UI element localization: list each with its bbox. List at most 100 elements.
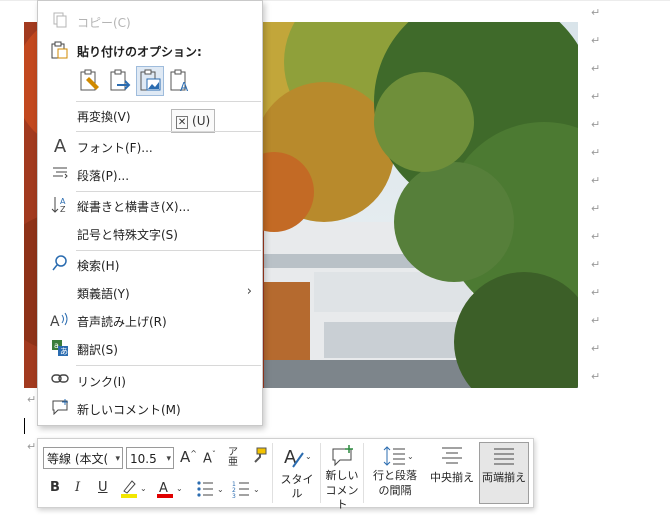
link-icon bbox=[50, 371, 70, 391]
center-align-label: 中央揃え bbox=[430, 471, 474, 484]
menu-item-label: 記号と特殊文字(S) bbox=[77, 228, 178, 242]
menu-item-link[interactable]: リンク(I) bbox=[38, 368, 262, 394]
line-spacing-icon: ⌄ bbox=[383, 446, 413, 466]
phonetic-guide-button[interactable]: ア亜 bbox=[228, 448, 238, 468]
styles-button[interactable]: A ⌄ スタイル bbox=[276, 439, 318, 507]
paragraph-mark: ↵ bbox=[591, 314, 601, 327]
highlight-button[interactable]: ⌄ bbox=[120, 479, 148, 503]
paragraph-mark: ↵ bbox=[591, 230, 601, 243]
svg-text:⌄: ⌄ bbox=[253, 485, 260, 494]
chevron-right-icon: › bbox=[246, 284, 252, 299]
grow-font-button[interactable]: A^ bbox=[180, 448, 197, 466]
svg-text:A: A bbox=[50, 314, 60, 329]
italic-button[interactable]: I bbox=[75, 480, 80, 495]
new-comment-icon bbox=[50, 399, 70, 419]
line-spacing-label: 行と段落 bbox=[373, 469, 417, 482]
line-spacing-label: の間隔 bbox=[378, 484, 412, 497]
numbering-button[interactable]: 1 2 3 ⌄ bbox=[232, 479, 262, 503]
justify-button[interactable]: 両端揃え bbox=[479, 442, 529, 504]
svg-text:Z: Z bbox=[60, 205, 66, 214]
svg-text:3: 3 bbox=[232, 493, 236, 499]
line-spacing-button[interactable]: ⌄ 行と段落 の間隔 bbox=[368, 439, 422, 507]
paragraph-mark: ↵ bbox=[591, 370, 601, 383]
font-name-combo[interactable]: 等線 (本文( ▾ bbox=[43, 447, 123, 469]
shrink-font-button[interactable]: Aˇ bbox=[203, 450, 216, 466]
paragraph-mark: ↵ bbox=[591, 342, 601, 355]
menu-item-label: 翻訳(S) bbox=[77, 343, 118, 357]
menu-item-new-comment[interactable]: 新しいコメント(M) bbox=[38, 396, 262, 422]
menu-item-font[interactable]: A フォント(F)... bbox=[38, 134, 262, 160]
menu-item-text-direction[interactable]: AZ 縦書きと横書き(X)... bbox=[38, 193, 262, 219]
menu-item-search[interactable]: 検索(H) bbox=[38, 252, 262, 278]
paste-shortcut-icon: ✕ bbox=[175, 116, 189, 129]
svg-text:⌄: ⌄ bbox=[217, 485, 224, 494]
paragraph-mark: ↵ bbox=[27, 440, 37, 453]
menu-item-symbols[interactable]: 記号と特殊文字(S) bbox=[38, 221, 262, 247]
menu-item-label: リンク(I) bbox=[77, 375, 126, 389]
chevron-down-icon: ▾ bbox=[166, 454, 171, 464]
font-size-value: 10.5 bbox=[130, 452, 157, 466]
menu-item-thesaurus[interactable]: 類義語(Y) › bbox=[38, 280, 262, 306]
new-comment-icon bbox=[332, 445, 353, 467]
paragraph-mark: ↵ bbox=[591, 90, 601, 103]
menu-item-copy[interactable]: コピー(C) bbox=[38, 9, 262, 35]
justify-label: 両端揃え bbox=[482, 471, 526, 484]
svg-text:⌄: ⌄ bbox=[305, 452, 312, 461]
tooltip: ✕ (U) bbox=[171, 109, 215, 133]
translate-icon: aあ bbox=[50, 339, 70, 359]
menu-item-label: コピー(C) bbox=[77, 16, 131, 30]
menu-separator bbox=[76, 365, 261, 366]
menu-separator bbox=[76, 101, 261, 102]
new-comment-label: 新しい bbox=[325, 469, 359, 482]
font-color-button[interactable]: A ⌄ bbox=[156, 479, 184, 503]
clipboard-icon bbox=[50, 41, 70, 61]
paste-picture-icon bbox=[140, 69, 161, 91]
paragraph-mark: ↵ bbox=[591, 118, 601, 131]
menu-item-paragraph[interactable]: 段落(P)... bbox=[38, 162, 262, 188]
new-comment-button[interactable]: 新しい コメント bbox=[323, 439, 361, 511]
underline-button[interactable]: U bbox=[98, 480, 108, 495]
text-direction-icon: AZ bbox=[50, 196, 70, 216]
paragraph-mark: ↵ bbox=[591, 174, 601, 187]
align-center-icon bbox=[442, 447, 462, 464]
paragraph-mark: ↵ bbox=[591, 258, 601, 271]
paragraph-mark: ↵ bbox=[591, 62, 601, 75]
text-cursor bbox=[24, 418, 25, 434]
bullets-button[interactable]: ⌄ bbox=[196, 479, 226, 503]
context-menu: コピー(C) 貼り付けのオプション: A 再変換(V) ✕ (U) A フォント… bbox=[37, 0, 263, 426]
paste-picture-button[interactable] bbox=[136, 66, 164, 96]
paste-keep-source-icon bbox=[80, 69, 99, 91]
paragraph-mark: ↵ bbox=[591, 146, 601, 159]
paragraph-mark: ↵ bbox=[591, 202, 601, 215]
svg-text:⌄: ⌄ bbox=[176, 484, 183, 493]
svg-text:あ: あ bbox=[60, 347, 68, 356]
mini-toolbar: 等線 (本文( ▾ 10.5 ▾ A^ Aˇ ア亜 B I U ⌄ A ⌄ ⌄ 1… bbox=[37, 438, 534, 511]
menu-item-read-aloud[interactable]: A 音声読み上げ(R) bbox=[38, 308, 262, 334]
paste-options-header: 貼り付けのオプション: bbox=[77, 45, 202, 59]
center-align-button[interactable]: 中央揃え bbox=[426, 439, 478, 507]
menu-separator bbox=[76, 131, 261, 132]
paragraph-mark: ↵ bbox=[27, 393, 37, 406]
format-painter-button[interactable] bbox=[250, 447, 268, 469]
font-color-icon: A ⌄ bbox=[157, 481, 183, 498]
paragraph-mark: ↵ bbox=[591, 6, 601, 19]
font-size-combo[interactable]: 10.5 ▾ bbox=[126, 447, 174, 469]
read-aloud-icon: A bbox=[50, 311, 70, 331]
paste-text-only-button[interactable]: A bbox=[167, 67, 193, 95]
toolbar-separator bbox=[272, 443, 273, 503]
menu-separator bbox=[76, 191, 261, 192]
format-painter-icon bbox=[254, 447, 267, 463]
paragraph-icon bbox=[50, 165, 70, 185]
paste-text-only-icon: A bbox=[170, 69, 189, 94]
paste-merge-format-button[interactable] bbox=[107, 67, 133, 95]
menu-item-translate[interactable]: aあ 翻訳(S) bbox=[38, 336, 262, 362]
menu-item-label: 新しいコメント(M) bbox=[77, 403, 181, 417]
paste-keep-source-button[interactable] bbox=[77, 67, 103, 95]
svg-text:A: A bbox=[159, 481, 168, 496]
font-icon: A bbox=[53, 136, 67, 157]
menu-item-label: 検索(H) bbox=[77, 259, 120, 273]
menu-item-label: フォント(F)... bbox=[77, 141, 153, 155]
align-justify-icon bbox=[494, 448, 514, 465]
menu-item-reconvert[interactable]: 再変換(V) bbox=[38, 103, 262, 129]
bold-button[interactable]: B bbox=[50, 480, 60, 495]
